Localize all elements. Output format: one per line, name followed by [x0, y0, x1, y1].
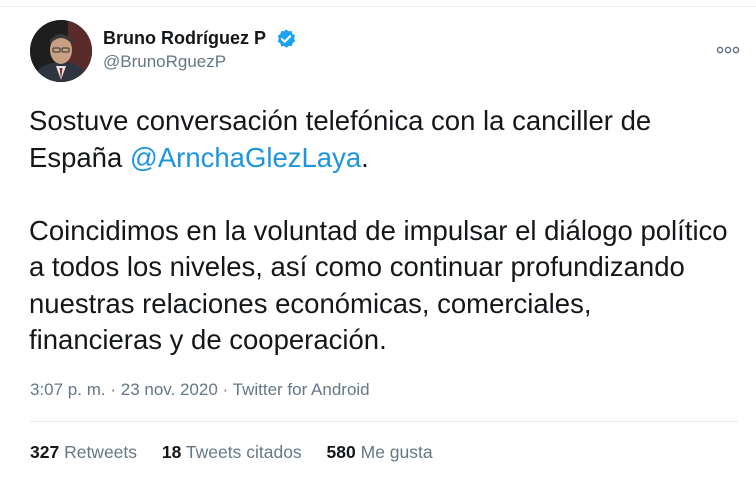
- stats-divider: [30, 421, 738, 422]
- quote-tweets-label: Tweets citados: [185, 442, 302, 462]
- quote-tweets-stat[interactable]: 18 Tweets citados: [162, 442, 302, 463]
- retweets-stat[interactable]: 327 Retweets: [30, 442, 137, 463]
- top-divider: [0, 6, 756, 7]
- tweet-source[interactable]: Twitter for Android: [233, 380, 370, 399]
- meta-separator: ·: [110, 380, 117, 399]
- quote-tweets-count: 18: [161, 442, 182, 462]
- tweet-line-2-suffix: .: [361, 141, 369, 173]
- likes-stat[interactable]: 580 Me gusta: [327, 442, 433, 463]
- avatar[interactable]: [30, 20, 92, 82]
- more-options-icon[interactable]: [715, 40, 741, 60]
- tweet-paragraph-2: Coincidimos en la voluntad de impulsar e…: [29, 214, 736, 356]
- author-name[interactable]: Bruno Rodríguez P: [103, 28, 266, 49]
- mention-link[interactable]: @ArnchaGlezLaya: [130, 142, 361, 173]
- tweet-date[interactable]: 23 nov. 2020: [121, 380, 218, 399]
- retweets-count: 327: [30, 442, 60, 462]
- tweet-line-1: Sostuve conversación telefónica con la c…: [29, 105, 652, 136]
- likes-count: 580: [326, 442, 356, 462]
- meta-separator: ·: [222, 380, 229, 399]
- likes-label: Me gusta: [360, 442, 433, 462]
- author-handle[interactable]: @BrunoRguezP: [103, 52, 226, 72]
- tweet-text: Sostuve conversación telefónica con la c…: [29, 103, 729, 359]
- tweet-time[interactable]: 3:07 p. m.: [30, 380, 106, 399]
- avatar-image: [30, 20, 92, 82]
- tweet-stats: 327 Retweets 18 Tweets citados 580 Me gu…: [30, 442, 453, 463]
- retweets-label: Retweets: [64, 442, 138, 462]
- tweet-card: Bruno Rodríguez P @BrunoRguezP Sostuve c…: [0, 0, 756, 488]
- tweet-meta: 3:07 p. m. · 23 nov. 2020 · Twitter for …: [30, 380, 370, 400]
- tweet-line-2-prefix: España: [29, 141, 130, 173]
- verified-badge-icon: [277, 29, 296, 48]
